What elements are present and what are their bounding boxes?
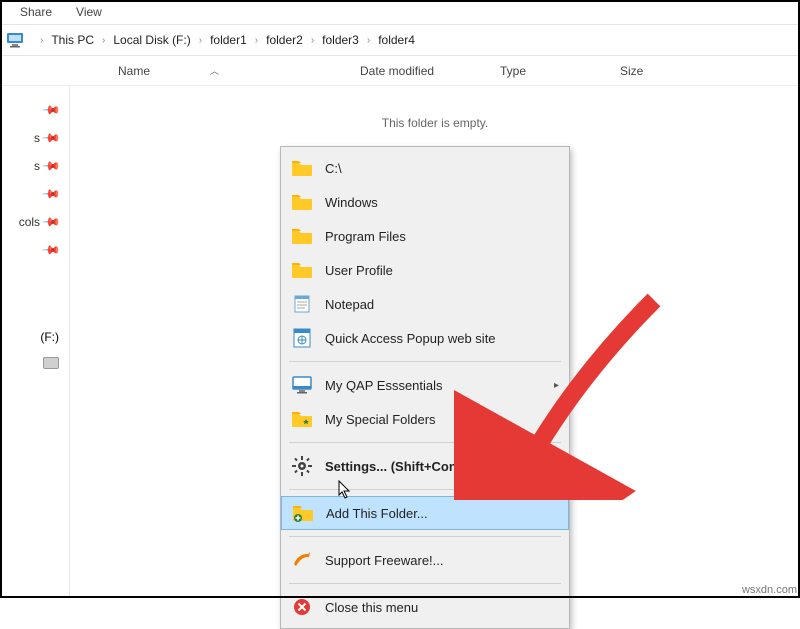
sort-arrow-icon: ︿ [210,64,219,77]
pin-icon: 📌 [41,100,61,120]
sidebar-item[interactable]: cols📌 [0,208,69,236]
menu-item-user-profile[interactable]: User Profile [281,253,569,287]
empty-folder-message: This folder is empty. [70,86,800,130]
menu-separator [289,361,561,362]
crumb-folder3[interactable]: folder3 [322,33,359,47]
folder-icon [291,157,313,179]
menu-item-notepad[interactable]: Notepad [281,287,569,321]
monitor-icon [291,374,313,396]
sidebar-drive[interactable]: (F:) [0,324,69,350]
menu-label: Settings... (Shift+Control+S) [325,459,559,474]
pin-icon: 📌 [41,240,61,260]
col-type[interactable]: Type [500,64,620,78]
support-icon [291,549,313,571]
computer-icon [6,31,26,49]
watermark: wsxdn.com [742,584,797,596]
menu-label: User Profile [325,263,559,278]
menu-label: Add This Folder... [326,506,558,521]
drive-icon [43,357,59,369]
menu-item-c[interactable]: C:\ [281,151,569,185]
menu-label: Windows [325,195,559,210]
menu-label: Close this menu [325,600,559,615]
col-name[interactable]: Name [118,64,150,78]
ribbon-tabs: Share View [0,0,800,24]
folder-star-icon [291,408,313,430]
menu-item-settings[interactable]: Settings... (Shift+Control+S) [281,449,569,483]
menu-label: Quick Access Popup web site [325,331,559,346]
sidebar-drive-icon-row[interactable] [0,350,69,376]
folder-add-icon [292,502,314,524]
menu-item-essentials[interactable]: My QAP Esssentials ▸ [281,368,569,402]
close-icon [291,596,313,618]
col-size[interactable]: Size [620,64,700,78]
column-headers: Name ︿ Date modified Type Size [0,56,800,86]
menu-item-support[interactable]: Support Freeware!... [281,543,569,577]
context-menu: C:\ Windows Program Files User Profile N… [280,146,570,629]
submenu-arrow-icon: ▸ [554,380,559,391]
pin-icon: 📌 [41,184,61,204]
menu-label: Program Files [325,229,559,244]
crumb-folder2[interactable]: folder2 [266,33,303,47]
menu-item-windows[interactable]: Windows [281,185,569,219]
menu-separator [289,583,561,584]
sidebar-item[interactable]: s📌 [0,152,69,180]
crumb-folder1[interactable]: folder1 [210,33,247,47]
tab-share[interactable]: Share [20,5,52,19]
col-date[interactable]: Date modified [360,64,500,78]
sidebar-item[interactable]: 📌 [0,236,69,264]
crumb-local-disk[interactable]: Local Disk (F:) [113,33,190,47]
menu-item-program-files[interactable]: Program Files [281,219,569,253]
menu-item-special-folders[interactable]: My Special Folders ▸ [281,402,569,436]
pin-icon: 📌 [41,212,61,232]
tab-view[interactable]: View [76,5,102,19]
folder-icon [291,191,313,213]
crumb-folder4[interactable]: folder4 [378,33,415,47]
crumb-this-pc[interactable]: This PC [51,33,94,47]
menu-separator [289,442,561,443]
menu-label: C:\ [325,161,559,176]
menu-item-qap-site[interactable]: Quick Access Popup web site [281,321,569,355]
folder-icon [291,225,313,247]
pin-icon: 📌 [41,128,61,148]
menu-separator [289,489,561,490]
gear-icon [291,455,313,477]
sidebar: 📌 s📌 s📌 📌 cols📌 📌 (F:) [0,86,70,598]
sidebar-item[interactable]: 📌 [0,96,69,124]
web-icon [291,327,313,349]
menu-label: My Special Folders [325,412,559,427]
menu-separator [289,536,561,537]
menu-item-close[interactable]: Close this menu [281,590,569,624]
submenu-arrow-icon: ▸ [554,414,559,425]
pin-icon: 📌 [41,156,61,176]
menu-label: Notepad [325,297,559,312]
menu-label: Support Freeware!... [325,553,559,568]
breadcrumb[interactable]: ›This PC ›Local Disk (F:) ›folder1 ›fold… [0,24,800,56]
menu-label: My QAP Esssentials [325,378,559,393]
folder-icon [291,259,313,281]
sidebar-item[interactable]: s📌 [0,124,69,152]
notepad-icon [291,293,313,315]
sidebar-item[interactable]: 📌 [0,180,69,208]
menu-item-add-this-folder[interactable]: Add This Folder... [281,496,569,530]
